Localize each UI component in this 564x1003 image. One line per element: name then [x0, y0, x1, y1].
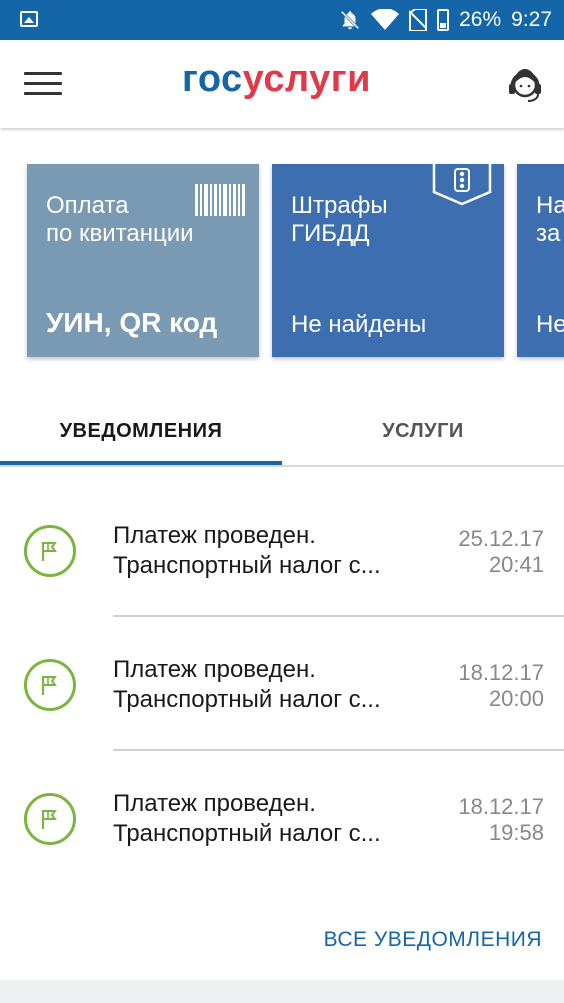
barcode-icon: [195, 184, 245, 216]
notification-item[interactable]: Платеж проведен. Транспортный налог с...…: [0, 616, 564, 750]
card-tax-debts[interactable]: На за Не: [517, 164, 564, 357]
logo-part-gos: гос: [182, 58, 243, 100]
no-sim-icon: [409, 9, 428, 31]
active-tab-indicator: [0, 461, 282, 465]
battery-level: 26%: [459, 8, 502, 31]
tab-services[interactable]: УСЛУГИ: [282, 397, 564, 465]
card-traffic-fines[interactable]: Штрафы ГИБДД Не найдены: [272, 164, 504, 357]
card-pay-by-receipt[interactable]: Оплата по квитанции УИН, QR код: [27, 164, 259, 357]
app-header: госуслуги: [0, 40, 564, 128]
flag-icon: [24, 793, 76, 845]
status-bar: 26% 9:27: [0, 0, 564, 40]
status-icons: 26% 9:27: [339, 6, 552, 34]
flag-icon: [24, 525, 76, 577]
notification-title: Платеж проведен.: [113, 522, 316, 549]
all-notifications-link[interactable]: ВСЕ УВЕДОМЛЕНИЯ: [324, 928, 542, 952]
clock: 9:27: [511, 8, 552, 31]
notification-date: 25.12.17: [458, 526, 544, 551]
tab-bar: УВЕДОМЛЕНИЯ УСЛУГИ: [0, 397, 564, 467]
notification-item[interactable]: Платеж проведен. Транспортный налог с...…: [0, 480, 564, 614]
menu-button[interactable]: [20, 66, 64, 102]
notification-title: Платеж проведен.: [113, 656, 316, 683]
card-title: На за: [536, 192, 564, 247]
wifi-icon: [371, 9, 400, 30]
notification-date: 18.12.17: [458, 660, 544, 685]
support-button[interactable]: [506, 64, 544, 104]
notification-date: 18.12.17: [458, 794, 544, 819]
battery-icon: [437, 9, 450, 31]
gosuslugi-logo: госуслуги: [182, 58, 371, 101]
flag-icon: [24, 659, 76, 711]
card-value: УИН, QR код: [46, 307, 218, 338]
notification-subtitle: Транспортный налог с...: [113, 686, 381, 713]
card-value: Не найдены: [291, 311, 427, 338]
card-value: Не: [536, 311, 564, 338]
notification-title: Платеж проведен.: [113, 790, 316, 817]
notification-subtitle: Транспортный налог с...: [113, 552, 381, 579]
notification-time: 20:41: [488, 552, 544, 577]
gallery-icon: [20, 11, 38, 27]
card-title: Оплата по квитанции: [46, 192, 194, 247]
logo-part-uslugi: услуги: [242, 58, 371, 100]
notification-time: 19:58: [488, 820, 544, 845]
tab-notifications[interactable]: УВЕДОМЛЕНИЯ: [0, 397, 282, 465]
notification-subtitle: Транспортный налог с...: [113, 820, 381, 847]
notification-time: 20:00: [488, 686, 544, 711]
bottom-panel-edge: [0, 980, 564, 1003]
notification-item[interactable]: Платеж проведен. Транспортный налог с...…: [0, 750, 564, 884]
mute-icon: [340, 10, 360, 30]
quick-cards-carousel[interactable]: Оплата по квитанции УИН, QR код Штрафы Г…: [0, 150, 564, 370]
traffic-light-icon: [432, 164, 492, 206]
headset-icon: [509, 69, 541, 102]
card-title: Штрафы ГИБДД: [291, 192, 388, 247]
